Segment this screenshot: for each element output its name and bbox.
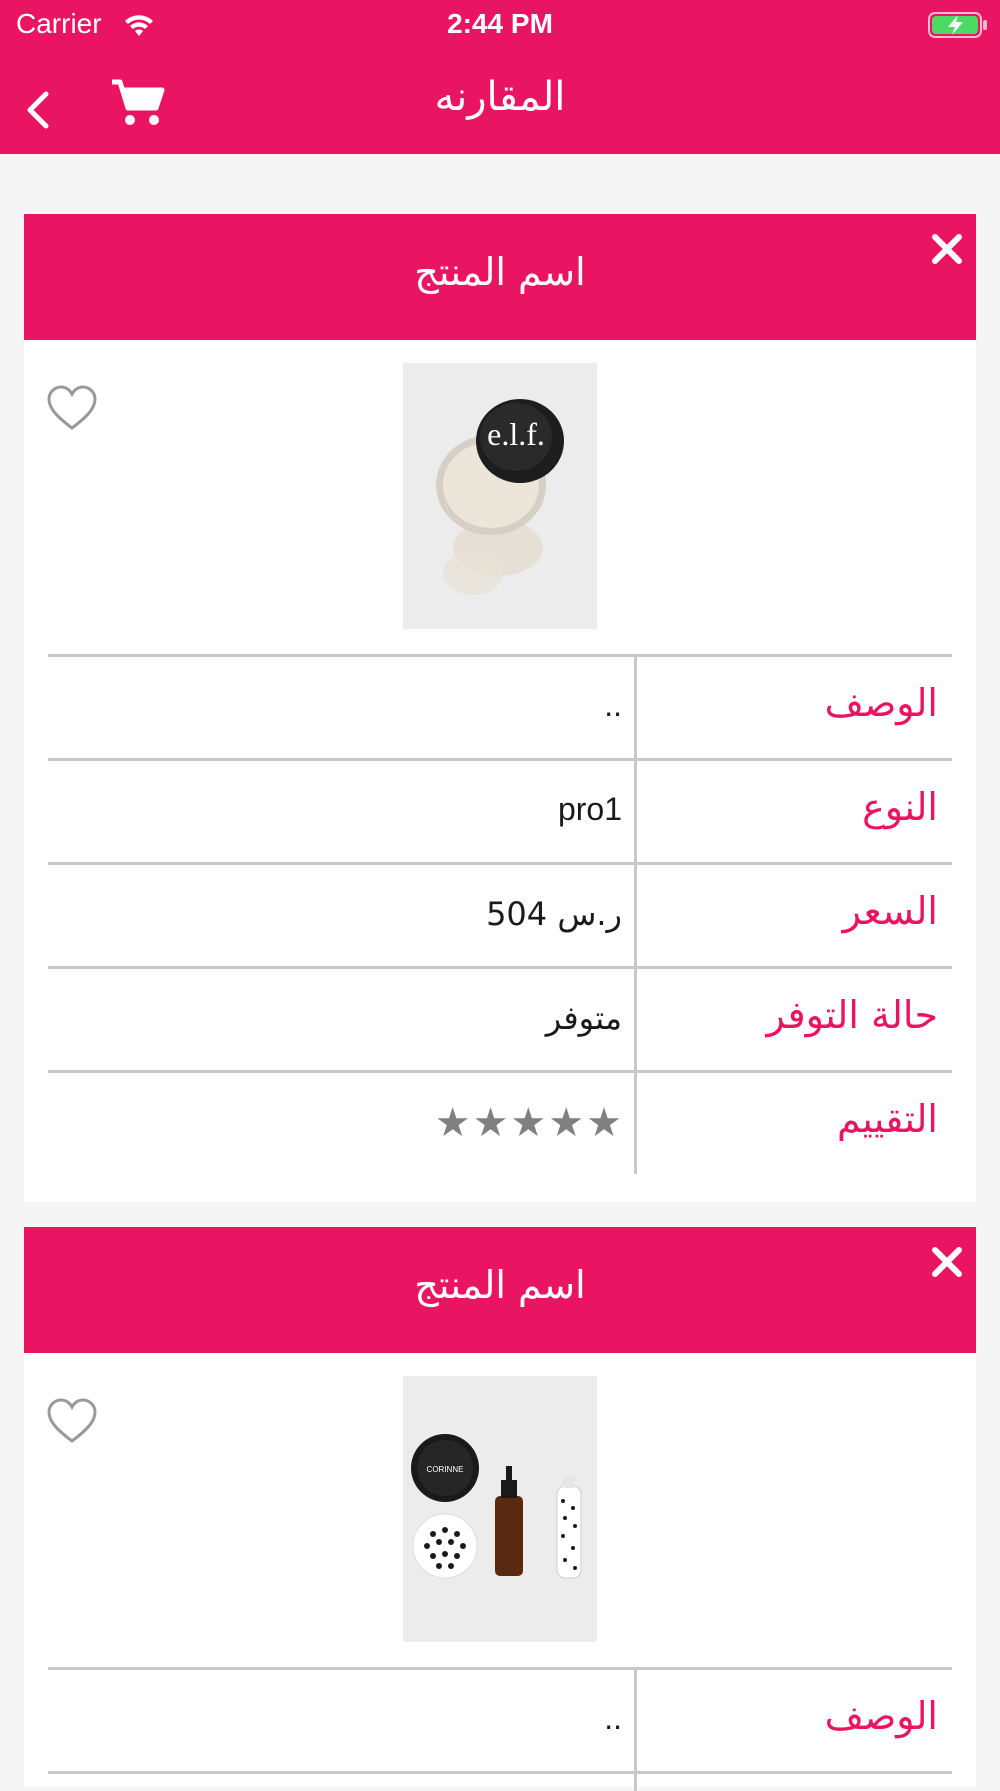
status-bar: Carrier 2:44 PM [0,0,1000,50]
table-row: السعر ر.س 504 [48,862,952,966]
type-value: pro1 [557,791,622,827]
attributes-table: الوصف .. [48,1667,952,1791]
description-value: .. [604,687,622,723]
star-icon: ★ [548,1100,585,1146]
description-label: الوصف [824,1694,938,1738]
column-divider [634,1774,637,1791]
star-icon: ★ [434,1100,471,1146]
product-image: CORINNE [403,1376,597,1642]
price-label: السعر [842,889,938,933]
heart-icon[interactable] [46,384,98,432]
rating-label: التقييم [836,1097,938,1141]
product-card: اسم المنتج e.l.f. الوصف .. النوع pro1 ال… [24,214,976,1202]
column-divider [634,969,637,1070]
attributes-table: الوصف .. النوع pro1 السعر ر.س 504 حالة ا… [48,654,952,1174]
svg-text:e.l.f.: e.l.f. [487,416,545,452]
table-row: حالة التوفر متوفر [48,966,952,1070]
star-icon: ★ [586,1100,622,1146]
product-name: اسم المنتج [414,1263,586,1307]
star-icon: ★ [472,1100,509,1146]
rating-stars: ★ ★ ★ ★ ★ [435,1103,622,1143]
type-label: النوع [862,785,938,829]
battery-charging-icon [928,12,987,38]
product-image: e.l.f. [403,363,597,629]
table-row: النوع pro1 [48,758,952,862]
table-row [48,1771,952,1791]
page-title: المقارنه [434,74,566,120]
availability-label: حالة التوفر [766,993,938,1037]
svg-text:CORINNE: CORINNE [427,1465,464,1474]
description-value: .. [604,1700,622,1736]
close-icon[interactable] [926,228,968,270]
column-divider [634,865,637,966]
column-divider [634,1073,637,1174]
table-row: الوصف .. [48,1667,952,1771]
product-name: اسم المنتج [414,250,586,294]
price-value: ر.س 504 [486,895,622,933]
column-divider [634,1670,637,1771]
card-header: اسم المنتج [24,1227,976,1353]
table-row: الوصف .. [48,654,952,758]
card-header: اسم المنتج [24,214,976,340]
column-divider [634,657,637,758]
availability-value: متوفر [545,999,622,1037]
star-icon: ★ [510,1100,547,1146]
product-card: اسم المنتج CORINNE الوصف .. [24,1227,976,1791]
description-label: الوصف [824,681,938,725]
navigation-bar: المقارنه [0,50,1000,154]
clock: 2:44 PM [447,8,553,39]
table-row: التقييم ★ ★ ★ ★ ★ [48,1070,952,1174]
close-icon[interactable] [926,1241,968,1283]
heart-icon[interactable] [46,1397,98,1445]
column-divider [634,761,637,862]
